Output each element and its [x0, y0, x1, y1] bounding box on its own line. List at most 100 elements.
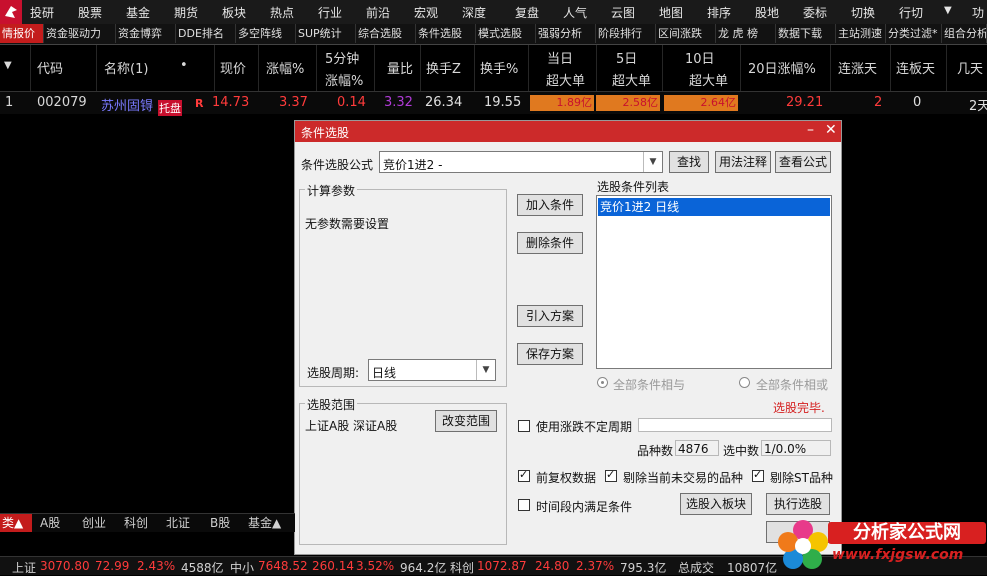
close-icon[interactable]: ✕	[825, 122, 837, 138]
tab-category-filter[interactable]: 分类过滤*	[886, 24, 942, 43]
tab-pattern[interactable]: 模式选股	[476, 24, 536, 43]
menu-orders[interactable]: 委标	[803, 4, 827, 21]
usage-notes-button[interactable]: 用法注释	[715, 151, 771, 173]
menu-map[interactable]: 地图	[659, 4, 683, 21]
row-name[interactable]: 苏州固锝	[101, 95, 153, 114]
header-day5-top[interactable]: 5日	[616, 48, 637, 67]
market-tab-chinext[interactable]: 创业	[82, 514, 106, 532]
formula-select[interactable]: 竞价1进2 - ▼	[379, 151, 663, 173]
header-turnover-z[interactable]: 换手Z	[426, 58, 461, 77]
app-logo-icon[interactable]	[0, 0, 22, 24]
tab-capital-drive[interactable]: 资金驱动力	[44, 24, 116, 43]
menu-sectors[interactable]: 板块	[222, 4, 246, 21]
menu-research[interactable]: 投研	[30, 4, 54, 21]
change-scope-button[interactable]: 改变范围	[435, 410, 497, 432]
delete-condition-button[interactable]: 删除条件	[517, 232, 583, 254]
dialog-title-bar[interactable]: 条件选股 – ✕	[295, 121, 841, 142]
row-code[interactable]: 002079	[37, 95, 87, 110]
time-range-checkbox[interactable]	[518, 499, 530, 511]
all-or-radio[interactable]	[739, 377, 750, 388]
tab-capital-game[interactable]: 资金博弈	[116, 24, 176, 43]
execute-selection-button[interactable]: 执行选股	[766, 493, 830, 515]
header-change-pct[interactable]: 涨幅%	[266, 58, 304, 77]
menu-hotspots[interactable]: 热点	[270, 4, 294, 21]
save-scheme-button[interactable]: 保存方案	[517, 343, 583, 365]
tab-sup-stats[interactable]: SUP统计	[296, 24, 356, 43]
tab-stage-rank[interactable]: 阶段排行	[596, 24, 656, 43]
menu-funds[interactable]: 基金	[126, 4, 150, 21]
all-and-label: 全部条件相与	[613, 378, 686, 392]
chevron-down-icon[interactable]: ▼	[643, 152, 662, 172]
menu-stocks[interactable]: 股票	[78, 4, 102, 21]
selected-value: 1/0.0%	[764, 442, 807, 456]
tab-range-change[interactable]: 区间涨跌	[656, 24, 716, 43]
sort-arrow-icon[interactable]: ▼	[4, 60, 12, 71]
menu-function[interactable]: 功	[972, 4, 984, 21]
tab-comprehensive[interactable]: 综合选股	[356, 24, 416, 43]
menu-sort[interactable]: 排序	[707, 4, 731, 21]
variable-period-checkbox[interactable]	[518, 420, 530, 432]
header-day10-bottom[interactable]: 超大单	[689, 70, 728, 89]
sh-pct: 2.43%	[137, 559, 176, 573]
header-code[interactable]: 代码	[37, 58, 63, 77]
header-vol-ratio[interactable]: 量比	[387, 58, 413, 77]
menu-cloud-map[interactable]: 云图	[611, 4, 635, 21]
menu-frontier[interactable]: 前沿	[366, 4, 390, 21]
header-days[interactable]: 几天	[957, 58, 983, 77]
tab-strength[interactable]: 强弱分析	[536, 24, 596, 43]
header-day1-top[interactable]: 当日	[547, 48, 573, 67]
adjusted-data-checkbox[interactable]	[518, 468, 530, 482]
count-value: 4876	[678, 442, 709, 456]
header-price[interactable]: 现价	[220, 58, 246, 77]
header-board-days[interactable]: 连板天	[896, 58, 935, 77]
header-day20-change[interactable]: 20日涨幅%	[748, 58, 816, 77]
add-to-block-button[interactable]: 选股入板块	[680, 493, 752, 515]
menu-switch[interactable]: 切换	[851, 4, 875, 21]
tab-server-speed[interactable]: 主站测速	[836, 24, 886, 43]
tab-conditional[interactable]: 条件选股	[416, 24, 476, 43]
menu-more-chevron-icon[interactable]: ▼	[944, 5, 952, 16]
tab-dragon-tiger[interactable]: 龙 虎 榜	[716, 24, 776, 43]
menu-stock-map[interactable]: 股地	[755, 4, 779, 21]
add-condition-button[interactable]: 加入条件	[517, 194, 583, 216]
period-value: 日线	[372, 366, 397, 380]
header-min5-bottom[interactable]: 涨幅%	[325, 70, 363, 89]
menu-depth[interactable]: 深度	[462, 4, 486, 21]
exclude-st-checkbox[interactable]	[752, 468, 764, 482]
period-select[interactable]: 日线 ▼	[368, 359, 496, 381]
tab-long-short[interactable]: 多空阵线	[236, 24, 296, 43]
menu-macro[interactable]: 宏观	[414, 4, 438, 21]
menu-futures[interactable]: 期货	[174, 4, 198, 21]
tab-info-price[interactable]: 情报价	[0, 24, 44, 43]
menu-industry[interactable]: 行业	[318, 4, 342, 21]
header-limit-days[interactable]: 连涨天	[838, 58, 877, 77]
exclude-untraded-checkbox[interactable]	[605, 468, 617, 482]
menu-review[interactable]: 复盘	[515, 4, 539, 21]
header-min5-top[interactable]: 5分钟	[325, 48, 359, 67]
header-day1-bottom[interactable]: 超大单	[546, 70, 585, 89]
tab-portfolio[interactable]: 组合分析	[942, 24, 987, 43]
header-day10-top[interactable]: 10日	[685, 48, 715, 67]
all-and-radio[interactable]	[597, 377, 608, 388]
find-button[interactable]: 查找	[669, 151, 709, 173]
header-turnover[interactable]: 换手%	[480, 58, 518, 77]
kc-change: 24.80	[535, 559, 570, 573]
market-tab-b-share[interactable]: B股	[210, 514, 230, 532]
tab-data-download[interactable]: 数据下载	[776, 24, 836, 43]
minimize-icon[interactable]: –	[807, 122, 814, 138]
market-tab-bse[interactable]: 北证	[166, 514, 190, 532]
market-tab-funds[interactable]: 基金▲	[248, 514, 281, 532]
market-tab-a-share[interactable]: A股	[40, 514, 60, 532]
menu-row-switch[interactable]: 行切	[899, 4, 923, 21]
market-tab-category[interactable]: 类▲	[0, 514, 32, 532]
list-item[interactable]: 竞价1进2 日线	[598, 198, 830, 216]
market-tab-star[interactable]: 科创	[124, 514, 148, 532]
tab-dde-rank[interactable]: DDE排名	[176, 24, 236, 43]
chevron-down-icon[interactable]: ▼	[476, 360, 495, 380]
view-formula-button[interactable]: 查看公式	[775, 151, 831, 173]
header-name[interactable]: 名称(1)	[104, 58, 148, 77]
import-scheme-button[interactable]: 引入方案	[517, 305, 583, 327]
header-day5-bottom[interactable]: 超大单	[612, 70, 651, 89]
condition-list[interactable]: 竞价1进2 日线	[596, 195, 832, 369]
menu-popularity[interactable]: 人气	[563, 4, 587, 21]
